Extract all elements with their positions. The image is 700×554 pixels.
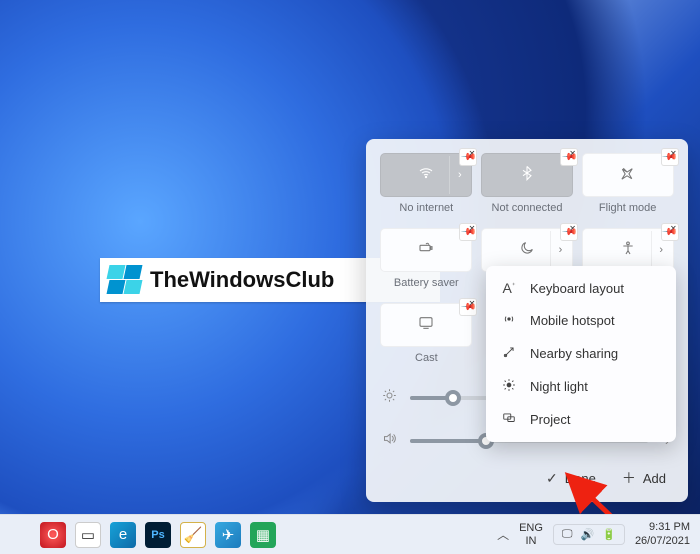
moon-icon bbox=[519, 240, 535, 261]
add-menu-item[interactable]: Project bbox=[486, 403, 676, 436]
add-menu-item[interactable]: A⁺ Keyboard layout bbox=[486, 272, 676, 304]
battery-label: Battery saver bbox=[394, 277, 459, 289]
volume-icon bbox=[380, 431, 398, 450]
bluetooth-label: Not connected bbox=[492, 202, 563, 214]
taskbar-app-sheets[interactable]: ▦ bbox=[250, 522, 276, 548]
night-light-icon bbox=[500, 378, 518, 395]
tray-monitor-icon: 🖵 bbox=[562, 528, 573, 541]
unpin-flight[interactable]: 📌 bbox=[661, 148, 679, 166]
tray-chevron-icon[interactable]: ︿ bbox=[497, 526, 509, 543]
taskbar-app-opera[interactable]: O bbox=[40, 522, 66, 548]
taskbar-app[interactable]: ▭ bbox=[75, 522, 101, 548]
add-menu-item[interactable]: Mobile hotspot bbox=[486, 304, 676, 337]
taskbar-app-edge[interactable]: e bbox=[110, 522, 136, 548]
accessibility-icon bbox=[620, 240, 636, 261]
taskbar-app-photoshop[interactable]: Ps bbox=[145, 522, 171, 548]
wifi-icon bbox=[418, 165, 434, 186]
twc-logo-icon bbox=[108, 265, 142, 295]
cast-label: Cast bbox=[415, 352, 438, 364]
nearby-share-icon bbox=[500, 345, 518, 362]
brightness-icon bbox=[380, 388, 398, 407]
add-button[interactable]: ＋ Add bbox=[622, 468, 666, 488]
add-menu-item[interactable]: Nearby sharing bbox=[486, 337, 676, 370]
cast-icon bbox=[418, 315, 434, 336]
hotspot-icon bbox=[500, 312, 518, 329]
desktop: TheWindowsClub › 📌 No internet bbox=[0, 0, 700, 554]
done-button[interactable]: ✓ Done bbox=[546, 468, 596, 488]
clock[interactable]: 9:31 PM 26/07/2021 bbox=[635, 521, 690, 547]
tray-battery-icon: 🔋 bbox=[602, 528, 616, 541]
unpin-accessibility[interactable]: 📌 bbox=[661, 223, 679, 241]
flight-label: Flight mode bbox=[599, 202, 656, 214]
unpin-bluetooth[interactable]: 📌 bbox=[560, 148, 578, 166]
bluetooth-icon bbox=[519, 165, 535, 186]
plus-icon: ＋ bbox=[622, 468, 636, 488]
taskbar: O ▭ e Ps 🧹 ✈ ▦ ︿ ENG IN 🖵 🔊 🔋 9:31 PM 26… bbox=[0, 514, 700, 554]
unpin-wifi[interactable]: 📌 bbox=[459, 148, 477, 166]
tray-volume-icon: 🔊 bbox=[581, 528, 595, 541]
battery-saver-icon bbox=[418, 240, 434, 261]
unpin-cast[interactable]: 📌 bbox=[459, 298, 477, 316]
bluetooth-tile[interactable]: 📌 bbox=[481, 153, 573, 197]
airplane-icon bbox=[620, 165, 636, 186]
add-popup-menu: A⁺ Keyboard layout Mobile hotspot Nearby… bbox=[486, 266, 676, 442]
add-menu-item[interactable]: Night light bbox=[486, 370, 676, 403]
check-icon: ✓ bbox=[546, 470, 558, 487]
system-tray[interactable]: 🖵 🔊 🔋 bbox=[553, 524, 625, 545]
language-indicator[interactable]: ENG IN bbox=[519, 522, 543, 546]
wifi-tile[interactable]: › 📌 bbox=[380, 153, 472, 197]
cast-tile[interactable]: 📌 bbox=[380, 303, 472, 347]
watermark-text: TheWindowsClub bbox=[150, 267, 334, 293]
unpin-battery[interactable]: 📌 bbox=[459, 223, 477, 241]
unpin-focus[interactable]: 📌 bbox=[560, 223, 578, 241]
taskbar-app-ccleaner[interactable]: 🧹 bbox=[180, 522, 206, 548]
keyboard-layout-icon: A⁺ bbox=[500, 280, 518, 296]
project-icon bbox=[500, 411, 518, 428]
flight-mode-tile[interactable]: 📌 bbox=[582, 153, 674, 197]
battery-saver-tile[interactable]: 📌 bbox=[380, 228, 472, 272]
taskbar-app-telegram[interactable]: ✈ bbox=[215, 522, 241, 548]
wifi-label: No internet bbox=[399, 202, 453, 214]
